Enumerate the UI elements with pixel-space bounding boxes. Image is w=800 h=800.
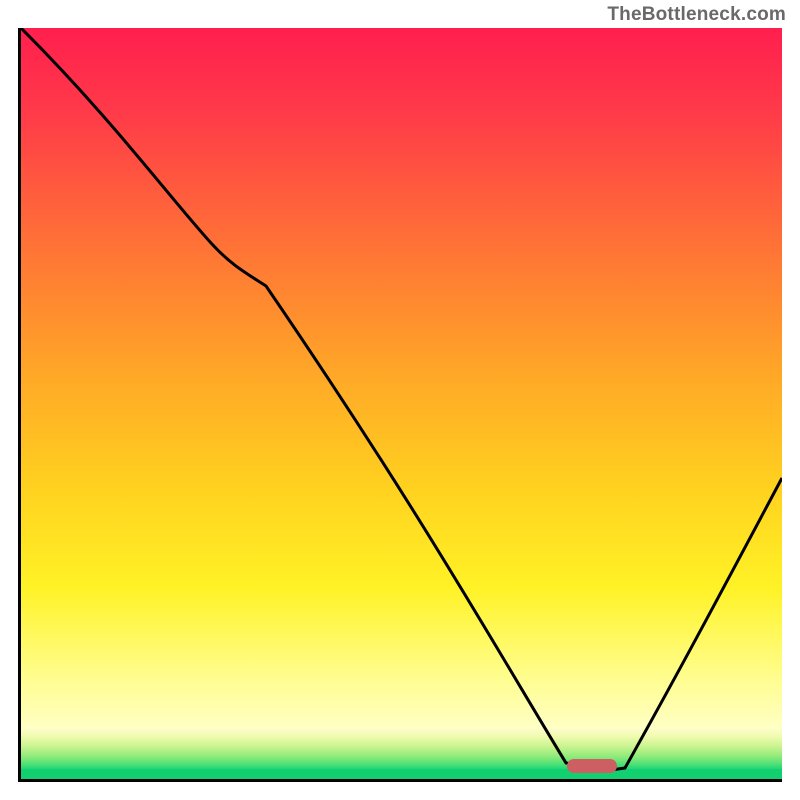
chart-container: TheBottleneck.com [0, 0, 800, 800]
attribution-label: TheBottleneck.com [607, 4, 786, 26]
gradient-warm [21, 28, 782, 728]
plot-svg [21, 28, 782, 779]
valley-marker [567, 759, 617, 773]
gradient-yellow-green [21, 728, 782, 769]
baseline-green [21, 769, 782, 779]
plot-area [18, 28, 782, 782]
